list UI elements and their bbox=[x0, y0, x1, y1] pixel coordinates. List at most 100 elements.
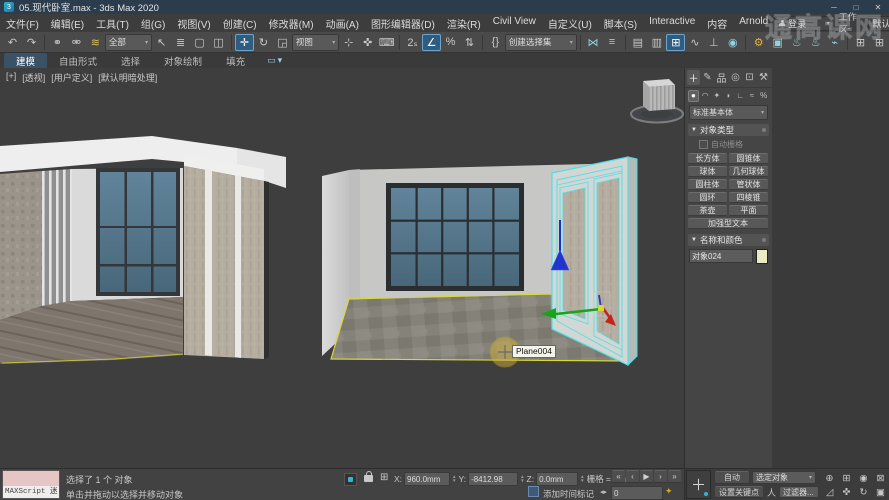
auto-key-button[interactable]: 自动 bbox=[715, 471, 749, 484]
zoom-all-icon[interactable]: ⊞ bbox=[838, 471, 855, 485]
viewport-label-segment[interactable]: [+] bbox=[6, 71, 16, 84]
menu-item[interactable]: 动画(A) bbox=[320, 16, 365, 31]
primitive-button[interactable]: 球体 bbox=[688, 166, 727, 177]
tab-utilities[interactable]: ⚒ bbox=[757, 70, 770, 85]
menu-item[interactable]: Civil View bbox=[487, 16, 542, 31]
selected-set-dropdown[interactable]: 选定对象▾ bbox=[752, 471, 816, 484]
menu-item[interactable]: Arnold bbox=[733, 16, 774, 31]
layer-explorer-icon[interactable]: ▥ bbox=[647, 34, 666, 51]
time-tag-icon[interactable] bbox=[528, 486, 539, 497]
spinner-snap-icon[interactable]: ⇅ bbox=[460, 34, 479, 51]
autogrid-checkbox[interactable] bbox=[699, 140, 708, 149]
current-frame-input[interactable] bbox=[611, 486, 663, 500]
primitive-button[interactable]: 长方体 bbox=[688, 153, 727, 164]
tab-hierarchy[interactable]: 品 bbox=[715, 70, 728, 85]
render-production-icon[interactable]: ♨ bbox=[787, 34, 806, 51]
snaps-toggle-icon[interactable]: 2ₛ bbox=[403, 34, 422, 51]
menu-item[interactable]: Interactive bbox=[643, 16, 701, 31]
menu-item[interactable]: 内容 bbox=[701, 16, 733, 31]
primitive-button[interactable]: 圆环 bbox=[688, 192, 727, 203]
category-shapes[interactable]: ◠ bbox=[700, 90, 711, 102]
primitive-button[interactable]: 几何球体 bbox=[729, 166, 768, 177]
reference-coordinate-dropdown[interactable]: 视图▾ bbox=[292, 34, 339, 51]
mirror-icon[interactable]: ⋈ bbox=[584, 34, 603, 51]
workspace-grid2-icon[interactable]: ⊞ bbox=[870, 34, 889, 51]
play-button[interactable]: ▶ bbox=[640, 470, 653, 483]
redo-icon[interactable]: ↷ bbox=[22, 34, 41, 51]
menu-item[interactable]: 脚本(S) bbox=[598, 16, 643, 31]
window-crossing-icon[interactable]: ◫ bbox=[209, 34, 228, 51]
scene-explorer-icon[interactable]: ▤ bbox=[628, 34, 647, 51]
x-spinner[interactable]: ▲▼ bbox=[452, 475, 456, 483]
z-spinner[interactable]: ▲▼ bbox=[580, 475, 584, 483]
curve-editor-icon[interactable]: ∿ bbox=[685, 34, 704, 51]
ribbon-toggle-icon[interactable]: ⊞ bbox=[666, 34, 685, 51]
select-and-move-icon[interactable]: ✛ bbox=[235, 34, 254, 51]
set-key-button[interactable]: 设置关键点 bbox=[715, 486, 763, 498]
menu-item[interactable]: 渲染(R) bbox=[441, 16, 487, 31]
angle-snap-icon[interactable]: ∠ bbox=[422, 34, 441, 51]
object-type-rollout[interactable]: ▼对象类型 bbox=[688, 124, 769, 136]
primitive-button[interactable]: 圆柱体 bbox=[688, 179, 727, 190]
tab-display[interactable]: ⊡ bbox=[743, 70, 756, 85]
select-and-rotate-icon[interactable]: ↻ bbox=[254, 34, 273, 51]
menu-item[interactable]: 文件(F) bbox=[0, 16, 45, 31]
unlink-selection-icon[interactable]: ⚮ bbox=[67, 34, 86, 51]
category-systems[interactable]: % bbox=[758, 90, 769, 102]
render-setup-icon[interactable]: ⚙ bbox=[749, 34, 768, 51]
name-color-rollout[interactable]: ▼名称和颜色 bbox=[688, 234, 769, 246]
select-and-scale-icon[interactable]: ◲ bbox=[273, 34, 292, 51]
absolute-mode-toggle[interactable]: ⊞ bbox=[380, 472, 388, 483]
primitive-button[interactable]: 圆锥体 bbox=[729, 153, 768, 164]
align-icon[interactable]: ≡ bbox=[603, 34, 622, 51]
y-coordinate-input[interactable] bbox=[468, 472, 518, 486]
menu-item[interactable]: 视图(V) bbox=[171, 16, 216, 31]
material-editor-icon[interactable]: ◉ bbox=[723, 34, 742, 51]
named-selection-sets-dropdown[interactable]: 创建选择集▾ bbox=[505, 34, 577, 51]
rendered-frame-icon[interactable]: ▣ bbox=[768, 34, 787, 51]
select-and-manipulate-icon[interactable]: ✜ bbox=[358, 34, 377, 51]
maxscript-listener-line[interactable]: MAXScript 迷 bbox=[3, 486, 59, 498]
menu-item[interactable]: 创建(C) bbox=[217, 16, 263, 31]
go-to-end-button[interactable]: » bbox=[668, 470, 681, 483]
menu-item[interactable]: 组(G) bbox=[135, 16, 171, 31]
use-pivot-center-icon[interactable]: ⊹ bbox=[339, 34, 358, 51]
tab-create[interactable]: ＋ bbox=[687, 70, 700, 85]
go-to-start-button[interactable]: « bbox=[612, 470, 625, 483]
key-mode-icon[interactable]: ✦ bbox=[665, 486, 673, 497]
selection-filter-dropdown[interactable]: 全部▾ bbox=[105, 34, 152, 51]
render-arnold-icon[interactable]: ⌁ bbox=[825, 34, 844, 51]
select-and-link-icon[interactable]: ⚭ bbox=[48, 34, 67, 51]
menu-item[interactable]: 图形编辑器(D) bbox=[365, 16, 441, 31]
pan-icon[interactable]: ✜ bbox=[838, 485, 855, 499]
viewport-label-segment[interactable]: [用户定义] bbox=[51, 71, 92, 84]
workspace-dropdown[interactable]: 默认 ▾ bbox=[868, 16, 889, 31]
isolate-selection-toggle[interactable] bbox=[344, 473, 357, 486]
maxscript-mini-listener[interactable]: MAXScript 迷 bbox=[2, 470, 60, 499]
y-spinner[interactable]: ▲▼ bbox=[520, 475, 524, 483]
zoom-extents-icon[interactable]: ◉ bbox=[855, 471, 872, 485]
set-key-big-button[interactable]: ＋ bbox=[686, 470, 711, 499]
select-object-icon[interactable]: ↖ bbox=[152, 34, 171, 51]
viewport-label-segment[interactable]: [透视] bbox=[22, 71, 45, 84]
maxscript-macro-recorder[interactable] bbox=[3, 471, 59, 486]
primitive-category-dropdown[interactable]: 标准基本体▾ bbox=[689, 105, 768, 120]
ribbon-tab[interactable]: 选择 bbox=[109, 53, 152, 69]
schematic-view-icon[interactable]: ⊥ bbox=[704, 34, 723, 51]
menu-item[interactable]: 工具(T) bbox=[90, 16, 135, 31]
key-filters-figure-icon[interactable]: 人 bbox=[767, 486, 776, 499]
ribbon-tab[interactable]: 建模 bbox=[4, 53, 47, 69]
key-filters-button[interactable]: 过滤器... bbox=[779, 486, 819, 498]
perspective-viewport[interactable]: [+][透视][用户定义][默认明暗处理] Plane004 bbox=[0, 68, 684, 468]
x-coordinate-input[interactable] bbox=[404, 472, 450, 486]
primitive-button[interactable]: 管状体 bbox=[729, 179, 768, 190]
select-by-name-icon[interactable]: ≣ bbox=[171, 34, 190, 51]
undo-icon[interactable]: ↶ bbox=[3, 34, 22, 51]
object-name-input[interactable] bbox=[689, 249, 753, 263]
workspace-grid-icon[interactable]: ⊞ bbox=[851, 34, 870, 51]
menu-item[interactable]: 编辑(E) bbox=[45, 16, 90, 31]
menu-item[interactable]: 自定义(U) bbox=[542, 16, 598, 31]
category-lights[interactable]: ✦ bbox=[711, 90, 722, 102]
login-dropdown[interactable]: 登录 ▾ bbox=[774, 16, 835, 31]
primitive-button-wide[interactable]: 加强型文本 bbox=[688, 218, 768, 229]
